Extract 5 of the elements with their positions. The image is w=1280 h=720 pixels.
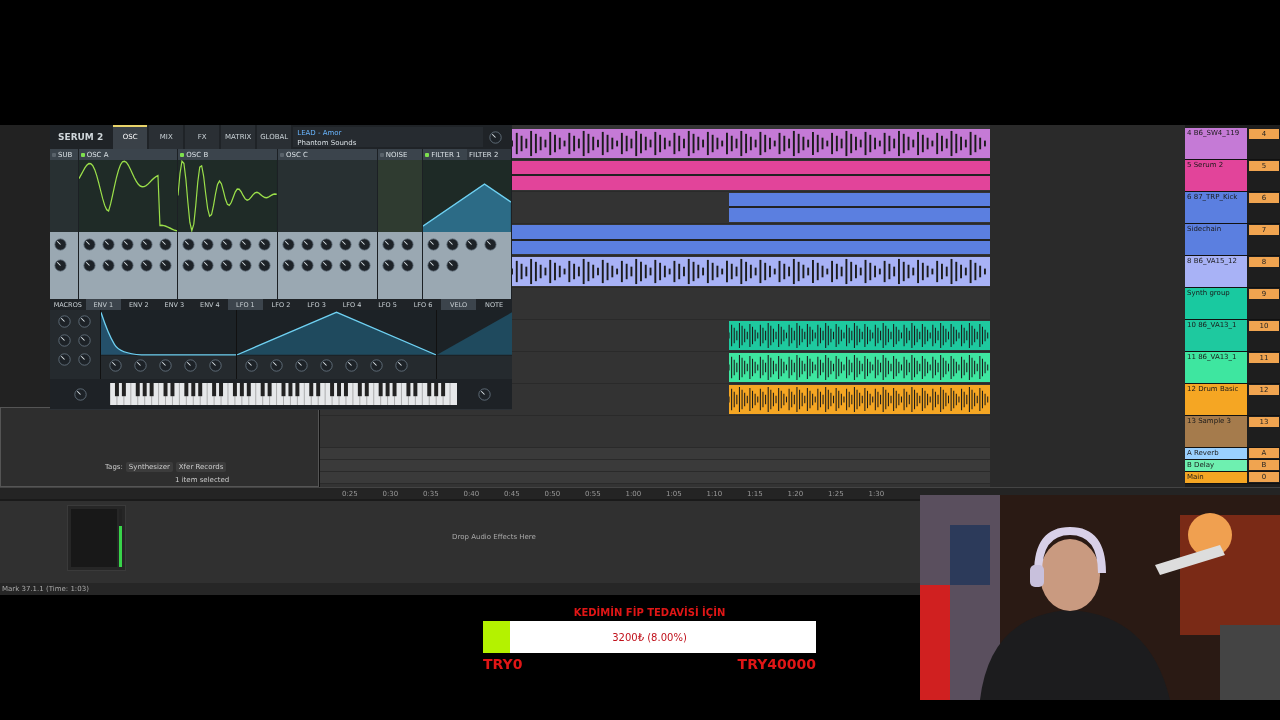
- progress-amount: 3200₺ (8.00%): [612, 631, 687, 643]
- plugin-logo: SERUM 2: [57, 132, 105, 142]
- goal-min: TRY0: [483, 656, 523, 672]
- goal-max: TRY40000: [737, 656, 816, 672]
- donation-title: KEDİMİN FİP TEDAVİSİ İÇİN: [573, 607, 726, 618]
